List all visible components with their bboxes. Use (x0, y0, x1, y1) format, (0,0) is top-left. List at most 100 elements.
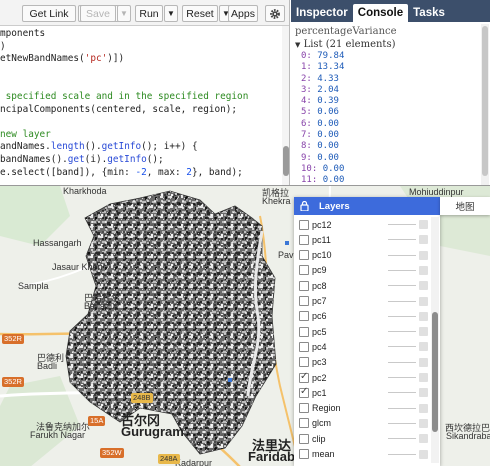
layer-checkbox[interactable] (299, 403, 309, 414)
layer-checkbox[interactable] (299, 371, 309, 383)
layer-row[interactable]: pc8 (294, 278, 430, 293)
layer-settings-icon[interactable] (419, 327, 428, 337)
get-link-button[interactable]: Get Link (22, 5, 76, 22)
layer-checkbox[interactable] (299, 234, 309, 245)
save-button[interactable]: Save (80, 5, 116, 22)
layer-checkbox[interactable] (299, 280, 309, 291)
save-dropdown[interactable]: ▼ (117, 5, 131, 22)
layer-row[interactable]: Region (294, 401, 430, 416)
layer-row[interactable]: pc11 (294, 232, 430, 247)
map-label: Bahadur (84, 301, 119, 311)
layer-settings-icon[interactable] (419, 220, 428, 229)
code-token: (); i++) { (141, 141, 198, 153)
layer-checkbox[interactable] (299, 296, 309, 306)
layer-opacity-slider[interactable] (388, 285, 416, 287)
layer-opacity-slider[interactable] (388, 300, 416, 302)
code-scrollbar[interactable] (282, 26, 289, 185)
layer-row[interactable]: pc2 (294, 370, 430, 385)
layer-row[interactable]: pc9 (294, 263, 430, 278)
layer-settings-icon[interactable] (419, 342, 428, 352)
highway-shield: 15A (88, 416, 106, 426)
layer-opacity-slider[interactable] (388, 315, 416, 317)
layer-opacity-slider[interactable] (388, 377, 416, 378)
layer-checkbox[interactable] (299, 449, 309, 459)
console-list-toggle[interactable]: ▼ List (21 elements) (295, 38, 480, 51)
layer-opacity-slider[interactable] (388, 224, 416, 225)
apps-button[interactable]: Apps (228, 5, 258, 22)
layer-row[interactable]: pc5 (294, 324, 430, 339)
layer-row[interactable]: mean (294, 447, 430, 462)
layer-settings-icon[interactable] (419, 250, 428, 260)
settings-button[interactable] (265, 5, 285, 22)
layer-row[interactable]: clip (294, 431, 430, 446)
console-row-value: 0.00 (317, 152, 339, 163)
code-scroll-thumb[interactable] (283, 146, 289, 176)
layer-checkbox[interactable] (299, 433, 309, 444)
layer-settings-icon[interactable] (419, 357, 428, 367)
layer-opacity-slider[interactable] (388, 269, 416, 271)
layer-settings-icon[interactable] (419, 265, 428, 275)
layer-opacity-slider[interactable] (388, 254, 416, 256)
console-scrollbar[interactable] (481, 24, 489, 185)
layer-settings-icon[interactable] (419, 311, 428, 321)
layer-row[interactable]: pc12 (294, 217, 430, 232)
layer-checkbox[interactable] (299, 311, 309, 322)
layer-settings-icon[interactable] (419, 434, 428, 444)
code-line: mponents (0, 28, 282, 41)
layer-settings-icon[interactable] (419, 373, 428, 382)
layers-scrollbar[interactable] (431, 217, 439, 463)
layer-row[interactable]: pc6 (294, 309, 430, 324)
console-row-index: 2: (301, 73, 312, 84)
layer-row[interactable]: pc7 (294, 294, 430, 309)
layer-checkbox[interactable] (299, 386, 309, 398)
layer-opacity-slider[interactable] (388, 407, 416, 409)
layers-panel-header[interactable]: Layers (294, 197, 440, 215)
layers-panel[interactable]: Layers pc12 pc11 pc10 pc9 pc8 pc7 pc6 pc5 pc4 pc3… (294, 197, 440, 466)
layer-settings-icon[interactable] (419, 296, 428, 306)
layer-opacity-slider[interactable] (388, 331, 416, 333)
console-row-index: 7: (301, 130, 312, 141)
layer-checkbox[interactable] (299, 357, 309, 368)
console-row-value: 0.00 (317, 118, 339, 129)
layer-opacity-slider[interactable] (388, 346, 416, 348)
run-button[interactable]: Run (135, 5, 163, 22)
code-area[interactable]: mponents) etNewBandNames('pc')]) specifie… (0, 26, 282, 185)
layer-opacity-slider[interactable] (388, 422, 416, 424)
code-token: 'pc' (84, 53, 108, 65)
layer-row[interactable]: pc3 (294, 355, 430, 370)
layer-checkbox[interactable] (299, 418, 309, 429)
reset-button[interactable]: Reset (182, 5, 218, 22)
layer-checkbox[interactable] (299, 326, 309, 337)
layers-scroll-thumb[interactable] (432, 312, 438, 432)
layer-checkbox[interactable] (299, 265, 309, 276)
layer-row[interactable]: glcm (294, 416, 430, 431)
tab-inspector[interactable]: Inspector (291, 4, 353, 22)
run-dropdown[interactable]: ▼ (164, 5, 178, 22)
layer-settings-icon[interactable] (419, 418, 428, 428)
layer-settings-icon[interactable] (419, 235, 428, 245)
layer-opacity-slider[interactable] (388, 361, 416, 363)
tab-console[interactable]: Console (352, 4, 409, 22)
code-line: andNames.length().getInfo(); i++) { (0, 141, 282, 154)
layer-settings-icon[interactable] (419, 281, 428, 291)
console-scroll-thumb[interactable] (482, 26, 488, 176)
layer-opacity-slider[interactable] (388, 239, 416, 241)
layer-settings-icon[interactable] (419, 449, 428, 459)
layer-opacity-slider[interactable] (388, 438, 416, 440)
layer-row[interactable]: pc4 (294, 339, 430, 354)
layer-settings-icon[interactable] (419, 388, 428, 398)
map-type-button[interactable]: 地图 (440, 197, 490, 215)
tab-tasks[interactable]: Tasks (408, 4, 450, 22)
layer-checkbox[interactable] (299, 250, 309, 261)
layer-checkbox[interactable] (299, 341, 309, 352)
layer-settings-icon[interactable] (419, 403, 428, 413)
code-token: ncipalComponents(centered, scale, region… (0, 103, 238, 115)
layer-checkbox[interactable] (299, 219, 309, 230)
layer-opacity-slider[interactable] (388, 392, 416, 394)
layer-row[interactable]: pc10 (294, 248, 430, 263)
layer-opacity-slider[interactable] (388, 453, 416, 455)
layer-row[interactable]: pc1 (294, 385, 430, 400)
map-label: Farukh Nagar (30, 430, 86, 440)
right-panel-tabs: Inspector Console Tasks (291, 0, 490, 22)
